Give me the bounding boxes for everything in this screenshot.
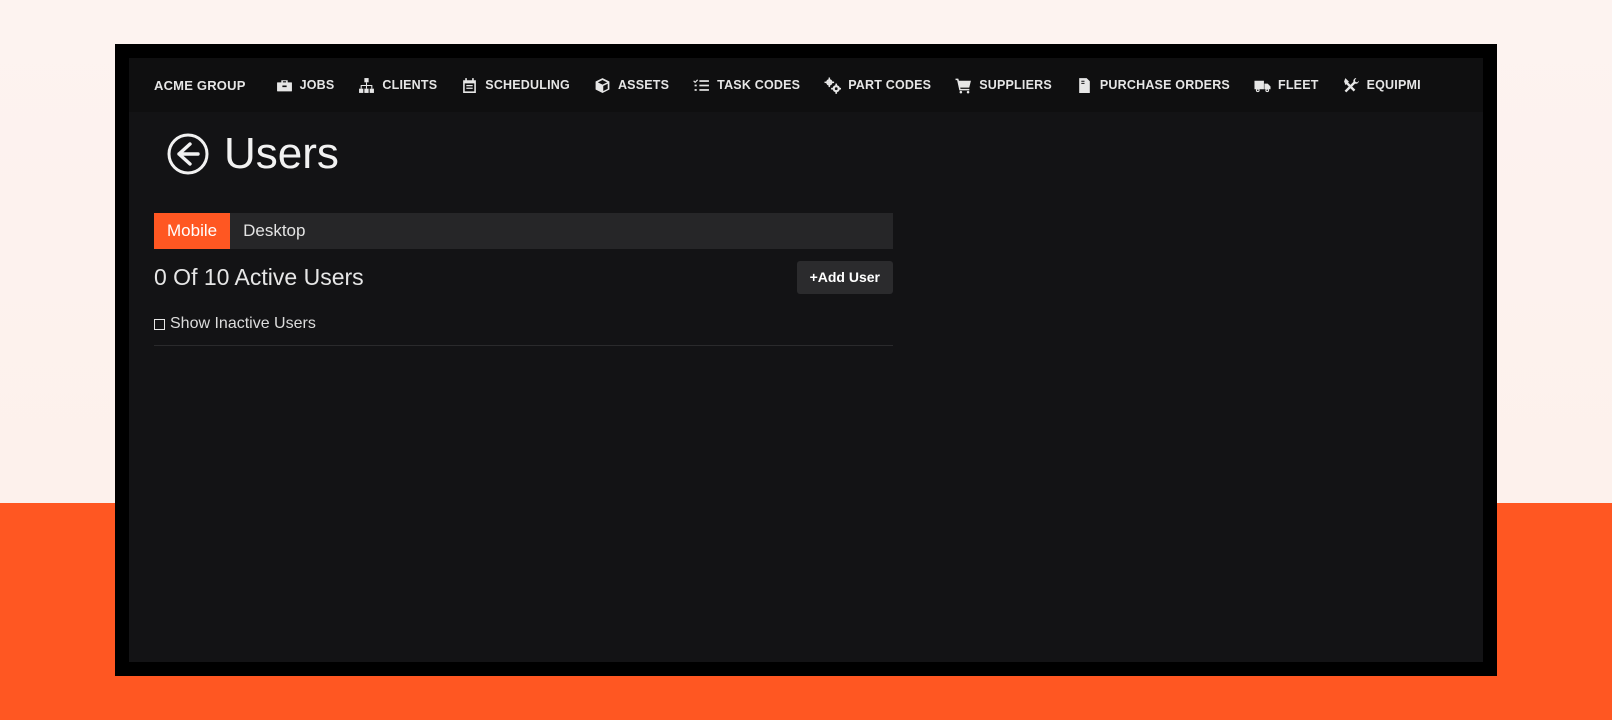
tab-bar: Mobile Desktop [154,213,893,249]
add-user-button[interactable]: +Add User [796,260,893,294]
nav-label: PART CODES [848,78,932,92]
page-header: Users [166,126,1483,182]
nav-label: TASK CODES [717,78,801,92]
nav-label: PURCHASE ORDERS [1099,78,1230,92]
show-inactive-checkbox[interactable] [154,318,165,330]
nav-item-suppliers[interactable]: SUPPLIERS [955,77,1052,94]
show-inactive-row: Show Inactive Users [154,311,893,346]
show-inactive-label[interactable]: Show Inactive Users [170,315,316,333]
nav-label: SCHEDULING [485,78,570,92]
app-window: ACME GROUP JOBS CLIENTS SCHEDULING ASSET… [129,58,1483,662]
tab-mobile[interactable]: Mobile [154,213,231,249]
nav-label: ASSETS [617,78,670,92]
gears-icon [824,77,842,94]
nav-item-equipment[interactable]: EQUIPMI [1343,77,1421,94]
top-navigation: ACME GROUP JOBS CLIENTS SCHEDULING ASSET… [129,58,1483,112]
nav-item-scheduling[interactable]: SCHEDULING [461,77,570,94]
nav-item-purchase-orders[interactable]: PURCHASE ORDERS [1076,77,1230,94]
page-title: Users [224,129,339,178]
nav-label: SUPPLIERS [979,78,1052,92]
calendar-icon [461,77,478,94]
truck-icon [1254,77,1271,94]
brand-link[interactable]: ACME GROUP [154,78,246,93]
nav-label: CLIENTS [382,78,438,92]
active-users-count: 0 Of 10 Active Users [154,263,364,290]
nav-item-assets[interactable]: ASSETS [594,77,669,94]
nav-item-task-codes[interactable]: TASK CODES [693,77,800,94]
briefcase-icon [276,77,293,94]
cube-icon [594,77,611,94]
users-summary-row: 0 Of 10 Active Users +Add User [154,255,893,299]
back-arrow-icon[interactable] [166,132,210,176]
users-panel: Mobile Desktop 0 Of 10 Active Users +Add… [154,213,893,346]
invoice-icon [1076,77,1093,94]
nav-item-jobs[interactable]: JOBS [276,77,335,94]
cart-icon [955,77,972,94]
nav-item-fleet[interactable]: FLEET [1254,77,1319,94]
nav-label: FLEET [1277,78,1319,92]
nav-label: EQUIPMI [1366,78,1421,92]
nav-label: JOBS [299,78,335,92]
sitemap-icon [358,77,375,94]
screen-frame: ACME GROUP JOBS CLIENTS SCHEDULING ASSET… [115,44,1497,676]
tab-desktop[interactable]: Desktop [230,213,318,249]
tasks-icon [693,77,710,94]
nav-item-clients[interactable]: CLIENTS [358,77,437,94]
nav-item-part-codes[interactable]: PART CODES [824,77,931,94]
tools-icon [1343,77,1360,94]
